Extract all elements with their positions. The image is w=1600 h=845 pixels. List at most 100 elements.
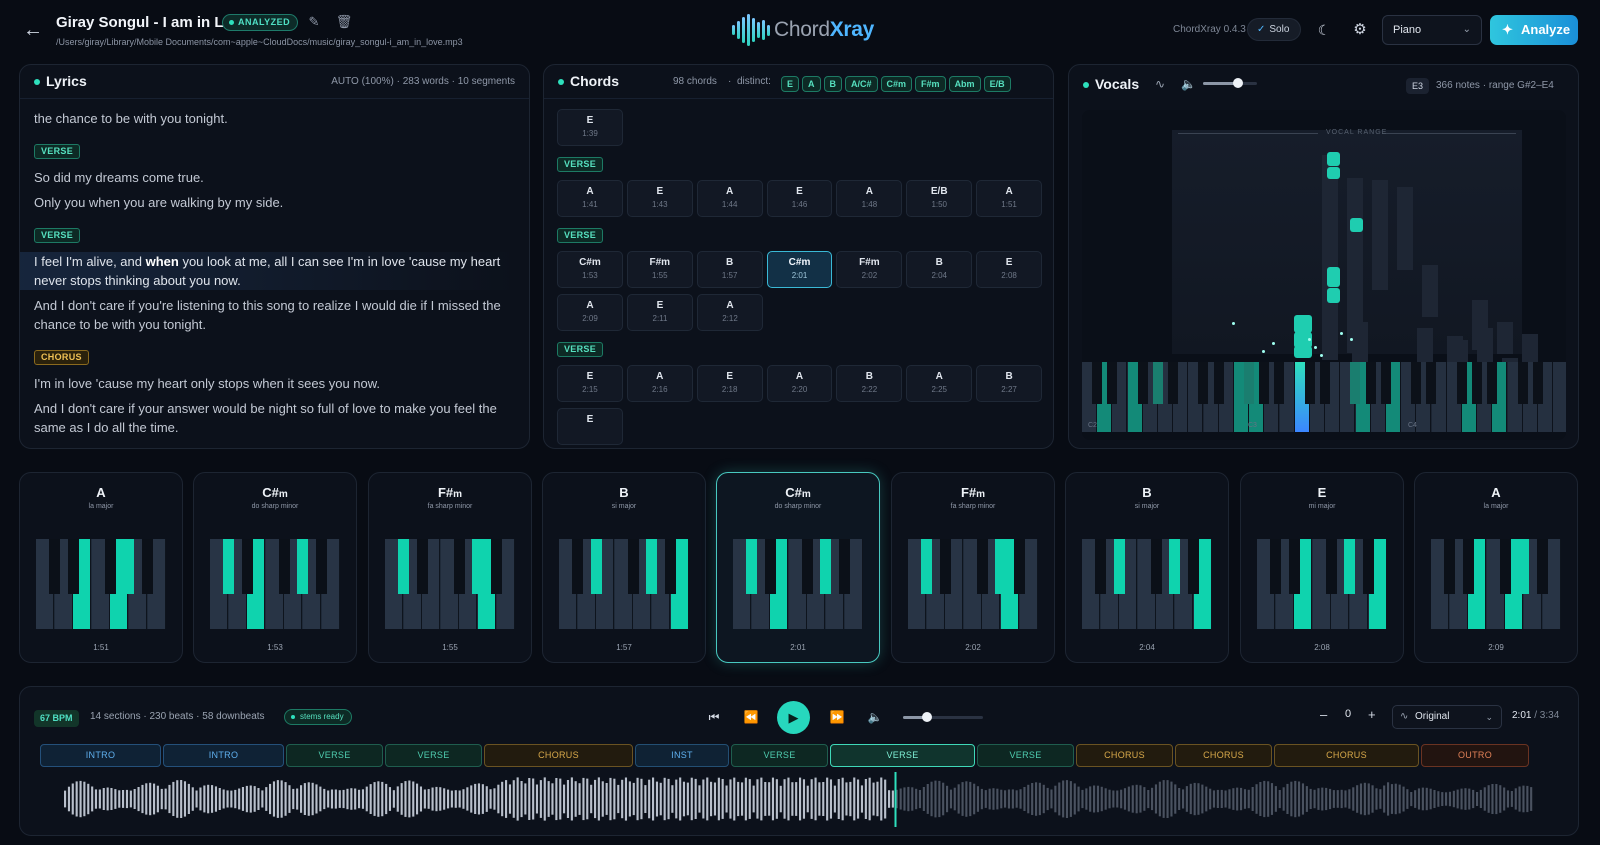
speaker-icon[interactable]: 🔈 (865, 707, 885, 727)
fast-forward-icon[interactable]: ⏩ (827, 707, 847, 727)
chord-cell[interactable]: A 1:51 (976, 180, 1043, 217)
waveform-bar (369, 784, 372, 814)
section-segment[interactable]: INTRO (163, 744, 284, 767)
chord-card[interactable]: Bsi major 1:57 (542, 472, 706, 663)
chord-cell[interactable]: F#m 1:55 (626, 251, 693, 288)
section-segment[interactable]: INST (635, 744, 729, 767)
section-segment[interactable]: CHORUS (1175, 744, 1272, 767)
analyze-button[interactable]: ✦ Analyze (1490, 15, 1578, 45)
chord-cell[interactable]: E 1:46 (766, 180, 833, 217)
chord-cell[interactable]: A 2:16 (626, 365, 693, 402)
distinct-chord-chip[interactable]: F#m (915, 76, 946, 92)
chord-cell[interactable]: E 2:11 (627, 294, 693, 331)
vocal-range-label: VOCAL RANGE (1326, 129, 1388, 136)
waveform-bar (1530, 787, 1533, 811)
section-segment[interactable]: INTRO (40, 744, 161, 767)
solo-toggle[interactable]: ✓ Solo (1247, 18, 1301, 41)
moon-icon[interactable]: ☾ (1314, 20, 1334, 40)
section-segment[interactable]: VERSE (830, 744, 975, 767)
logo-text: ChordXray (774, 18, 875, 41)
lyric-line[interactable]: So did my dreams come true. (34, 168, 514, 187)
pitch-up-button[interactable]: + (1368, 707, 1376, 722)
chord-cell[interactable]: A 1:44 (696, 180, 763, 217)
distinct-chord-chip[interactable]: B (823, 76, 843, 92)
section-segment[interactable]: CHORUS (1076, 744, 1173, 767)
distinct-chord-chip[interactable]: A (802, 76, 821, 92)
waveform-bar (133, 789, 136, 809)
chord-cell[interactable]: A 2:25 (906, 365, 973, 402)
chord-card[interactable]: F#m fa sharp minor 1:55 (368, 472, 532, 663)
pencil-icon[interactable]: ✎ (305, 13, 323, 31)
skip-back-icon[interactable]: ⏮ (704, 707, 724, 727)
chord-cell[interactable]: A 2:09 (557, 294, 623, 331)
rewind-icon[interactable]: ⏪ (741, 707, 761, 727)
lyric-line[interactable]: I'm in love 'cause my heart only stops w… (34, 374, 514, 393)
lyric-line[interactable]: And I don't care if you're listening to … (34, 296, 514, 334)
distinct-chord-chip[interactable]: Abm (948, 76, 981, 92)
gear-icon[interactable]: ⚙ (1350, 20, 1370, 40)
section-segment[interactable]: VERSE (977, 744, 1074, 767)
waveform-bar (934, 780, 937, 818)
section-segment[interactable]: VERSE (731, 744, 828, 767)
vocals-volume-slider[interactable] (1203, 78, 1257, 88)
speaker-icon[interactable]: 🔈 (1181, 77, 1196, 91)
chord-root: E (1317, 485, 1327, 500)
chord-cell[interactable]: E 1:39 (557, 109, 623, 146)
chord-card[interactable]: Bsi major 2:04 (1065, 472, 1229, 663)
chord-cell[interactable]: B 2:22 (836, 365, 903, 402)
section-segment[interactable]: VERSE (286, 744, 383, 767)
pitch-down-button[interactable]: – (1320, 707, 1327, 722)
chord-cell[interactable]: E 2:18 (696, 365, 763, 402)
playhead[interactable] (894, 772, 897, 827)
chord-card[interactable]: Ala major 2:09 (1414, 472, 1578, 663)
chord-card[interactable]: C#m do sharp minor 2:01 (716, 472, 880, 663)
chord-cell[interactable]: B 2:27 (976, 365, 1043, 402)
slider-knob[interactable] (1233, 78, 1244, 88)
chord-cell[interactable]: E (557, 408, 623, 445)
chord-cell[interactable]: E 2:15 (557, 365, 623, 402)
chord-cell[interactable]: A 2:12 (697, 294, 763, 331)
mix-select[interactable]: ∿ Original ⌄ (1392, 705, 1502, 729)
lyric-line[interactable]: I feel I'm alive, and when you look at m… (20, 252, 514, 290)
chord-cell[interactable]: A 1:41 (557, 180, 623, 217)
lyric-line[interactable]: Only you when you are walking by my side… (34, 193, 514, 212)
play-button[interactable]: ▶ (777, 701, 810, 734)
chord-cell[interactable]: C#m 1:53 (557, 251, 623, 288)
waveform[interactable] (34, 772, 1564, 827)
chord-cell[interactable]: B 2:04 (906, 251, 973, 288)
piano-black-key (1456, 362, 1467, 404)
chord-cell[interactable]: E/B 1:50 (906, 180, 973, 217)
section-segment[interactable]: CHORUS (1274, 744, 1419, 767)
chord-card[interactable]: Ala major 1:51 (19, 472, 183, 663)
slider-knob[interactable] (922, 712, 932, 722)
chord-cell[interactable]: E 2:08 (976, 251, 1043, 288)
lyrics-panel: Lyrics AUTO (100%) · 283 words · 10 segm… (19, 64, 530, 449)
arrow-left-icon[interactable]: ← (22, 20, 44, 42)
instrument-select[interactable]: Piano ⌄ (1382, 15, 1482, 45)
distinct-chord-chip[interactable]: A/C# (845, 76, 878, 92)
chord-cell[interactable]: C#m 2:01 (766, 251, 833, 288)
chord-time: 1:41 (582, 200, 598, 209)
lyric-line[interactable]: the chance to be with you tonight. (34, 109, 514, 128)
distinct-chord-chip[interactable]: E/B (983, 76, 1011, 92)
chord-cell[interactable]: B 1:57 (696, 251, 763, 288)
chord-name: B (935, 257, 943, 268)
distinct-chord-chip[interactable]: E (781, 76, 800, 92)
chord-card[interactable]: Emi major 2:08 (1240, 472, 1404, 663)
section-segment[interactable]: VERSE (385, 744, 482, 767)
section-segment[interactable]: OUTRO (1421, 744, 1529, 767)
waveform-bar (644, 785, 647, 813)
chord-card[interactable]: C#m do sharp minor 1:53 (193, 472, 357, 663)
piano-black-key (1380, 362, 1391, 404)
waveform-icon[interactable]: ∿ (1155, 77, 1165, 91)
chord-card[interactable]: F#m fa sharp minor 2:02 (891, 472, 1055, 663)
chord-cell[interactable]: A 2:20 (766, 365, 833, 402)
section-segment[interactable]: CHORUS (484, 744, 633, 767)
chord-cell[interactable]: F#m 2:02 (836, 251, 903, 288)
distinct-chord-chip[interactable]: C#m (880, 76, 913, 92)
chord-cell[interactable]: E 1:43 (626, 180, 693, 217)
master-volume-slider[interactable] (903, 712, 983, 722)
lyric-line[interactable]: And I don't care if your answer would be… (34, 399, 514, 437)
trash-icon[interactable]: 🗑 (335, 13, 353, 31)
chord-cell[interactable]: A 1:48 (836, 180, 903, 217)
